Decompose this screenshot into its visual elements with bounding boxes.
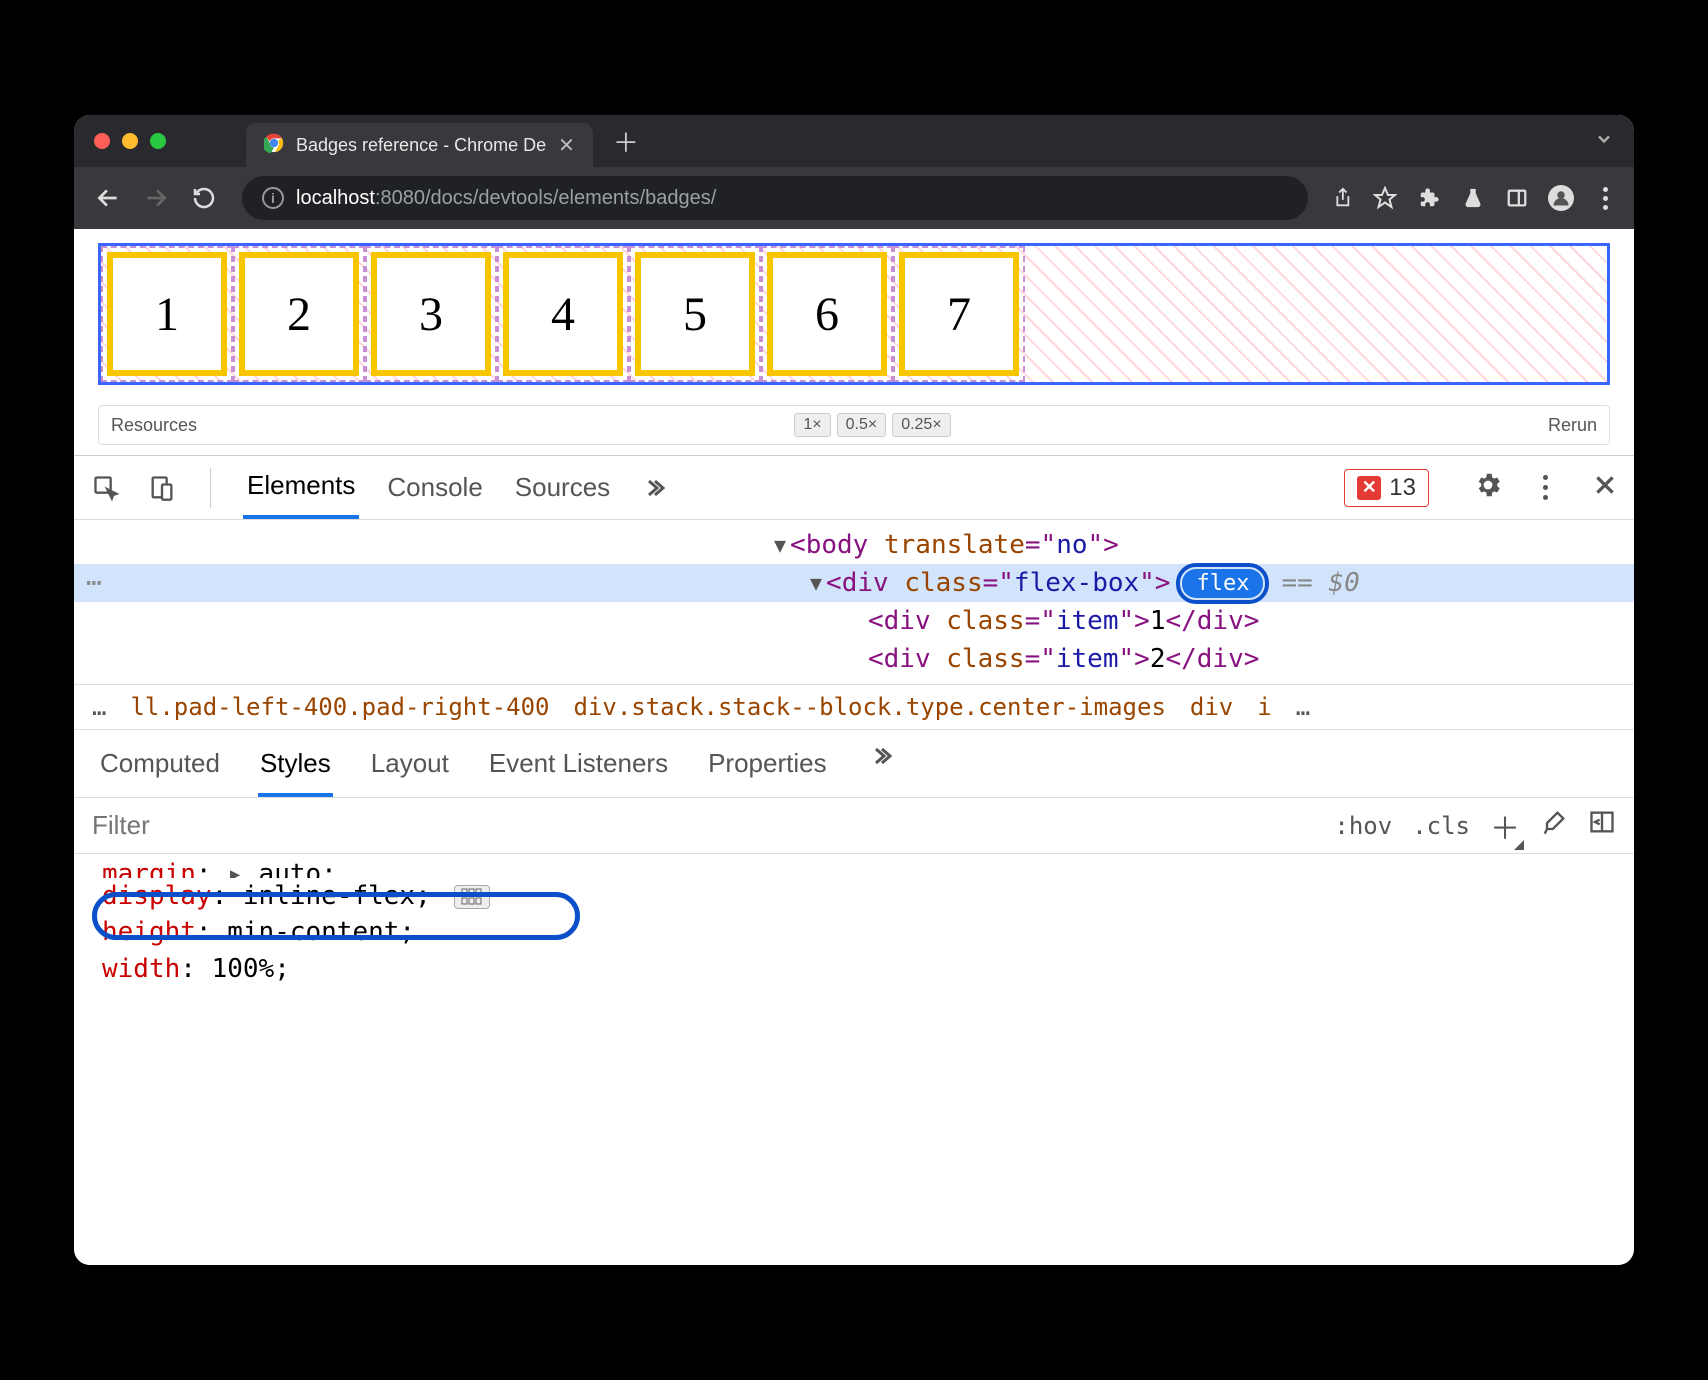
- styles-filter-input[interactable]: [92, 810, 1314, 841]
- dom-html: <div class="item">2</div>: [868, 644, 1259, 674]
- styles-tabs: Computed Styles Layout Event Listeners P…: [74, 730, 1634, 798]
- styles-toolbar: :hov .cls ＋: [74, 798, 1634, 854]
- selected-element-marker: == $0: [1281, 568, 1359, 598]
- close-window-button[interactable]: [94, 133, 110, 149]
- bookmark-star-icon[interactable]: [1372, 185, 1398, 211]
- breadcrumb[interactable]: … ll.pad-left-400.pad-right-400 div.stac…: [74, 684, 1634, 730]
- forward-button[interactable]: [138, 180, 174, 216]
- new-rule-button[interactable]: ＋: [1490, 804, 1520, 848]
- dom-node-item[interactable]: <div class="item">1</div>: [74, 602, 1634, 640]
- profile-avatar-icon[interactable]: [1548, 185, 1574, 211]
- demo-toolbar: Resources 1× 0.5× 0.25× Rerun: [98, 405, 1610, 445]
- site-info-icon[interactable]: i: [262, 187, 284, 209]
- paintbrush-icon[interactable]: [1540, 808, 1568, 843]
- zoom-025x-button[interactable]: 0.25×: [892, 413, 950, 437]
- browser-tab[interactable]: Badges reference - Chrome De ✕: [246, 123, 593, 167]
- tab-styles[interactable]: Styles: [258, 740, 333, 797]
- url-text: localhost:8080/docs/devtools/elements/ba…: [296, 187, 716, 210]
- hov-toggle[interactable]: :hov: [1334, 812, 1392, 840]
- dom-html: <div class="item">1</div>: [868, 606, 1259, 636]
- flex-container-overlay: 1 2 3 4 5 6 7: [98, 243, 1610, 385]
- devtools-close-icon[interactable]: [1592, 472, 1618, 503]
- back-button[interactable]: [90, 180, 126, 216]
- zoom-1x-button[interactable]: 1×: [794, 413, 830, 437]
- collapse-toggle-icon[interactable]: ▼: [810, 571, 822, 595]
- dom-html: <body translate="no">: [790, 530, 1119, 560]
- address-bar[interactable]: i localhost:8080/docs/devtools/elements/…: [242, 176, 1308, 220]
- tab-console[interactable]: Console: [383, 458, 486, 517]
- settings-gear-icon[interactable]: [1473, 470, 1503, 505]
- cls-toggle[interactable]: .cls: [1412, 812, 1470, 840]
- zoom-buttons: 1× 0.5× 0.25×: [794, 413, 950, 437]
- minimize-window-button[interactable]: [122, 133, 138, 149]
- toolbar-icons: [1328, 185, 1618, 211]
- tab-title: Badges reference - Chrome De: [296, 135, 546, 156]
- tab-event-listeners[interactable]: Event Listeners: [487, 740, 670, 797]
- tabs-dropdown-icon[interactable]: [1594, 129, 1614, 154]
- flex-item: 7: [899, 252, 1019, 376]
- tab-sources[interactable]: Sources: [511, 458, 614, 517]
- breadcrumb-ellipsis[interactable]: …: [1296, 693, 1310, 721]
- resources-button[interactable]: Resources: [111, 415, 197, 436]
- flex-item: 2: [239, 252, 359, 376]
- dom-node-item[interactable]: <div class="item">2</div>: [74, 640, 1634, 678]
- flex-item: 4: [503, 252, 623, 376]
- device-toggle-icon[interactable]: [146, 472, 178, 504]
- reload-button[interactable]: [186, 180, 222, 216]
- flex-item: 3: [371, 252, 491, 376]
- share-icon[interactable]: [1328, 185, 1354, 211]
- flex-badge[interactable]: flex: [1182, 569, 1263, 598]
- labs-icon[interactable]: [1460, 185, 1486, 211]
- more-styles-tabs-icon[interactable]: [865, 740, 897, 772]
- tab-layout[interactable]: Layout: [369, 740, 451, 797]
- breadcrumb-item[interactable]: div: [1190, 693, 1233, 721]
- devtools-tabs: Elements Console Sources ✕ 13: [74, 456, 1634, 520]
- breadcrumb-item[interactable]: ll.pad-left-400.pad-right-400: [130, 693, 549, 721]
- css-declaration[interactable]: margin: ▸ auto;: [102, 856, 1606, 878]
- flex-item: 6: [767, 252, 887, 376]
- breadcrumb-item[interactable]: div.stack.stack--block.type.center-image…: [573, 693, 1165, 721]
- page-content: 1 2 3 4 5 6 7 Resources 1× 0.5× 0.25× Re…: [74, 229, 1634, 445]
- error-count-badge[interactable]: ✕ 13: [1344, 469, 1429, 507]
- flex-item: 5: [635, 252, 755, 376]
- css-declaration[interactable]: height: min-content;: [102, 914, 1606, 950]
- rerun-button[interactable]: Rerun: [1548, 415, 1597, 436]
- browser-window: Badges reference - Chrome De ✕ ＋ i local…: [74, 115, 1634, 1265]
- toolbar: i localhost:8080/docs/devtools/elements/…: [74, 167, 1634, 229]
- inspect-element-icon[interactable]: [90, 472, 122, 504]
- css-declaration[interactable]: display: inline-flex;: [102, 878, 1606, 914]
- error-x-icon: ✕: [1357, 476, 1381, 500]
- flexbox-editor-icon[interactable]: [454, 885, 490, 909]
- maximize-window-button[interactable]: [150, 133, 166, 149]
- css-declaration[interactable]: width: 100%;: [102, 951, 1606, 987]
- dom-node-body[interactable]: ▼ <body translate="no">: [74, 526, 1634, 564]
- breadcrumb-item[interactable]: i: [1257, 693, 1271, 721]
- dom-tree[interactable]: ▼ <body translate="no"> ▼ <div class="fl…: [74, 520, 1634, 684]
- new-tab-button[interactable]: ＋: [613, 123, 639, 160]
- flex-item: 1: [107, 252, 227, 376]
- devtools-menu-icon[interactable]: [1543, 475, 1548, 500]
- tab-elements[interactable]: Elements: [243, 456, 359, 519]
- tab-properties[interactable]: Properties: [706, 740, 829, 797]
- titlebar: Badges reference - Chrome De ✕ ＋: [74, 115, 1634, 167]
- sidebar-toggle-icon[interactable]: [1588, 808, 1616, 843]
- more-tabs-chevron-icon[interactable]: [638, 472, 670, 504]
- collapse-toggle-icon[interactable]: ▼: [774, 533, 786, 557]
- devtools-panel: Elements Console Sources ✕ 13 ▼ <body tr…: [74, 455, 1634, 1265]
- side-panel-icon[interactable]: [1504, 185, 1530, 211]
- error-count: 13: [1389, 474, 1416, 502]
- zoom-05x-button[interactable]: 0.5×: [837, 413, 887, 437]
- extensions-icon[interactable]: [1416, 185, 1442, 211]
- breadcrumb-ellipsis[interactable]: …: [92, 693, 106, 721]
- chrome-favicon-icon: [264, 133, 284, 158]
- traffic-lights: [94, 133, 166, 149]
- dom-html: <div class="flex-box">: [826, 568, 1170, 598]
- tab-computed[interactable]: Computed: [98, 740, 222, 797]
- dom-node-flexbox[interactable]: ▼ <div class="flex-box"> flex == $0: [74, 564, 1634, 602]
- tab-close-icon[interactable]: ✕: [558, 133, 575, 158]
- menu-kebab-icon[interactable]: [1592, 185, 1618, 211]
- styles-rules[interactable]: margin: ▸ auto; display: inline-flex; he…: [74, 854, 1634, 995]
